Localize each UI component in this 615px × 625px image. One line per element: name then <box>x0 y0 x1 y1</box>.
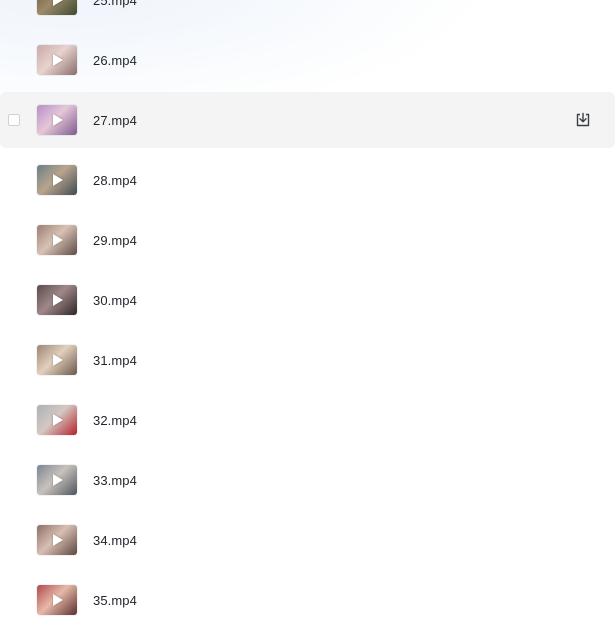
file-row[interactable]: 35.mp4 <box>0 570 615 625</box>
video-thumbnail[interactable] <box>37 405 77 435</box>
file-row[interactable]: 34.mp4 <box>0 510 615 570</box>
file-row[interactable]: 32.mp4 <box>0 390 615 450</box>
play-icon <box>53 414 63 426</box>
play-icon <box>53 354 63 366</box>
file-name[interactable]: 33.mp4 <box>93 473 137 488</box>
video-thumbnail[interactable] <box>37 225 77 255</box>
download-icon[interactable] <box>574 111 592 129</box>
video-thumbnail[interactable] <box>37 0 77 15</box>
file-list-panel: 25.mp4 26.mp4 27.mp4 28.mp4 29.mp4 30.mp4 31.m… <box>0 0 615 625</box>
video-thumbnail[interactable] <box>37 165 77 195</box>
video-thumbnail[interactable] <box>37 105 77 135</box>
file-name[interactable]: 35.mp4 <box>93 593 137 608</box>
file-row[interactable]: 29.mp4 <box>0 210 615 270</box>
play-icon <box>53 174 63 186</box>
row-checkbox[interactable] <box>8 114 20 126</box>
file-name[interactable]: 25.mp4 <box>93 0 137 8</box>
file-name[interactable]: 27.mp4 <box>93 113 137 128</box>
play-icon <box>53 54 63 66</box>
video-file-list: 25.mp4 26.mp4 27.mp4 28.mp4 29.mp4 30.mp4 31.m… <box>0 0 615 625</box>
video-thumbnail[interactable] <box>37 345 77 375</box>
file-row[interactable]: 26.mp4 <box>0 30 615 90</box>
file-name[interactable]: 28.mp4 <box>93 173 137 188</box>
file-name[interactable]: 34.mp4 <box>93 533 137 548</box>
file-row[interactable]: 27.mp4 <box>0 92 615 148</box>
file-row[interactable]: 33.mp4 <box>0 450 615 510</box>
play-icon <box>53 234 63 246</box>
file-name[interactable]: 31.mp4 <box>93 353 137 368</box>
file-row[interactable]: 30.mp4 <box>0 270 615 330</box>
video-thumbnail[interactable] <box>37 465 77 495</box>
play-icon <box>53 114 63 126</box>
file-name[interactable]: 32.mp4 <box>93 413 137 428</box>
file-row[interactable]: 28.mp4 <box>0 150 615 210</box>
file-name[interactable]: 26.mp4 <box>93 53 137 68</box>
file-name[interactable]: 29.mp4 <box>93 233 137 248</box>
play-icon <box>53 534 63 546</box>
play-icon <box>53 0 63 6</box>
file-row[interactable]: 31.mp4 <box>0 330 615 390</box>
file-row[interactable]: 25.mp4 <box>0 0 615 30</box>
play-icon <box>53 594 63 606</box>
video-thumbnail[interactable] <box>37 585 77 615</box>
play-icon <box>53 294 63 306</box>
file-name[interactable]: 30.mp4 <box>93 293 137 308</box>
video-thumbnail[interactable] <box>37 525 77 555</box>
video-thumbnail[interactable] <box>37 285 77 315</box>
play-icon <box>53 474 63 486</box>
video-thumbnail[interactable] <box>37 45 77 75</box>
